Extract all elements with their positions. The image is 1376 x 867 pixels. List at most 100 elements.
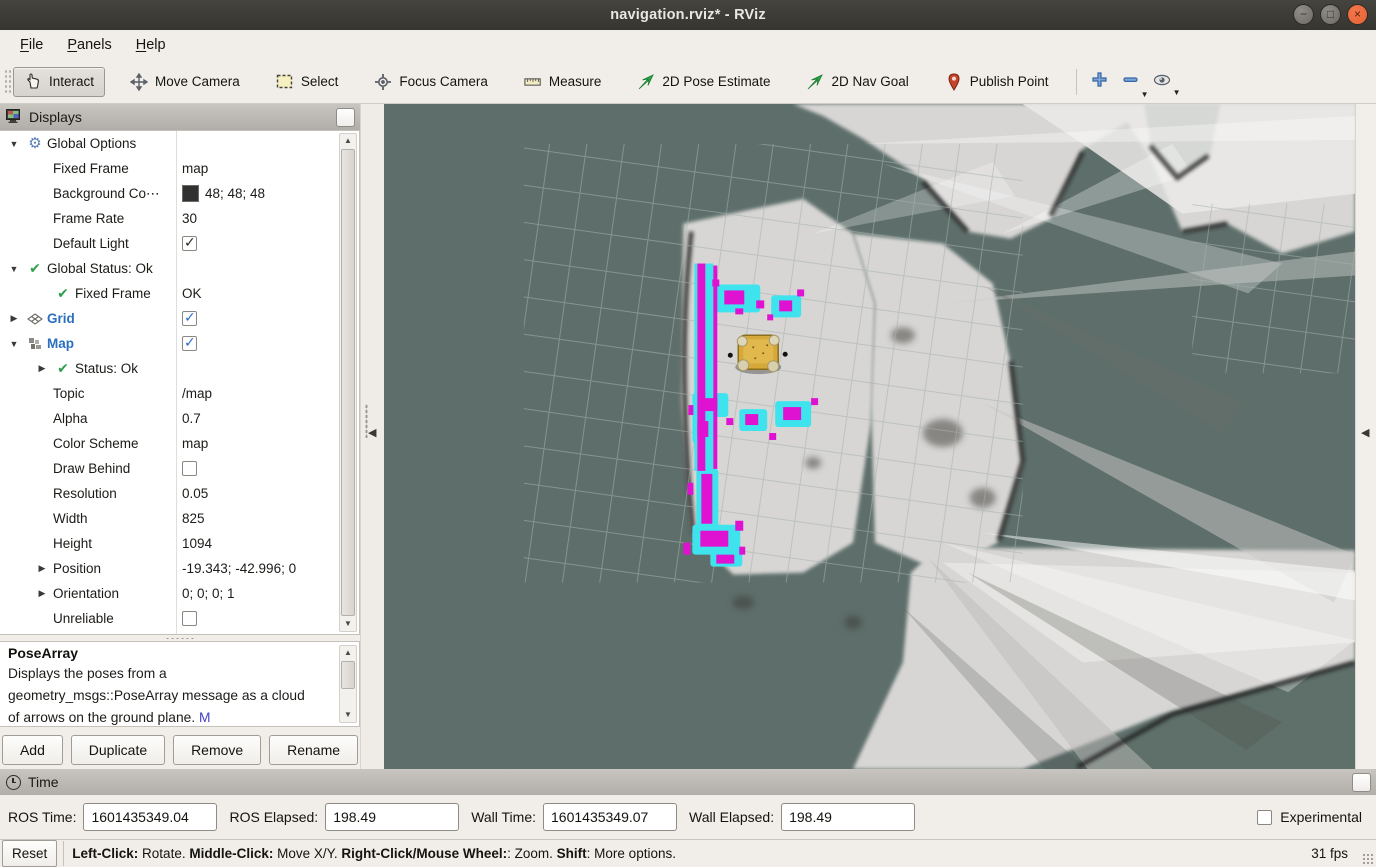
time-field-input[interactable]: [543, 803, 677, 831]
tool-2d-nav-goal[interactable]: 2D Nav Goal: [795, 67, 919, 97]
scrollbar-thumb[interactable]: [341, 149, 355, 616]
expander-down-icon[interactable]: ▼: [4, 139, 24, 149]
property-value[interactable]: 0; 0; 0; 1: [182, 581, 235, 606]
expander-right-icon[interactable]: ▶: [32, 363, 52, 374]
render-viewport-3d[interactable]: [384, 104, 1355, 769]
property-value[interactable]: 30: [182, 206, 197, 231]
time-float-button[interactable]: [1352, 773, 1371, 792]
dropdown-arrow-icon[interactable]: ▼: [1141, 90, 1149, 99]
menu-item-help[interactable]: Help: [126, 33, 176, 57]
tree-row-resolution[interactable]: Resolution0.05: [0, 481, 359, 506]
tree-row-global-options[interactable]: ▼⚙Global Options: [0, 131, 359, 156]
value-checkbox[interactable]: ✓: [182, 236, 197, 251]
expander-right-icon[interactable]: ▶: [32, 563, 52, 574]
remove-button[interactable]: Remove: [173, 735, 261, 765]
tool-focus-camera[interactable]: Focus Camera: [363, 67, 499, 97]
tree-row-draw-behind[interactable]: Draw Behind: [0, 456, 359, 481]
time-field-input[interactable]: [781, 803, 915, 831]
property-value[interactable]: 825: [182, 506, 205, 531]
displays-tree[interactable]: ▼⚙Global OptionsFixed FramemapBackground…: [0, 130, 360, 635]
resize-grip[interactable]: [1362, 853, 1374, 865]
property-value[interactable]: 48; 48; 48: [182, 181, 265, 206]
expander-down-icon[interactable]: ▼: [4, 264, 24, 274]
tree-row-default-light[interactable]: Default Light✓: [0, 231, 359, 256]
scroll-down-arrow-icon[interactable]: ▼: [340, 617, 356, 631]
scrollbar-thumb[interactable]: [341, 661, 355, 689]
property-value[interactable]: 0.7: [182, 406, 201, 431]
experimental-checkbox[interactable]: [1257, 810, 1272, 825]
property-value[interactable]: map: [182, 431, 208, 456]
value-checkbox[interactable]: ✓: [182, 336, 197, 351]
tool-interact[interactable]: Interact: [13, 67, 105, 97]
tree-row-unreliable[interactable]: Unreliable: [0, 606, 359, 631]
tree-row-position[interactable]: ▶Position-19.343; -42.996; 0: [0, 556, 359, 581]
tool-2d-pose-estimate[interactable]: 2D Pose Estimate: [626, 67, 781, 97]
tree-row-orientation[interactable]: ▶Orientation0; 0; 0; 1: [0, 581, 359, 606]
property-value[interactable]: -19.343; -42.996; 0: [182, 556, 296, 581]
displays-float-button[interactable]: [336, 108, 355, 127]
tree-row-status-ok[interactable]: ▶✔Status: Ok: [0, 356, 359, 381]
tree-row-height[interactable]: Height1094: [0, 531, 359, 556]
collapse-left-arrow-icon[interactable]: ◀: [1361, 426, 1369, 439]
time-field-input[interactable]: [83, 803, 217, 831]
property-value[interactable]: 1094: [182, 531, 212, 556]
maximize-button[interactable]: □: [1320, 4, 1341, 25]
description-scrollbar[interactable]: ▲ ▼: [339, 645, 357, 723]
dropdown-arrow-icon[interactable]: ▼: [1173, 88, 1181, 97]
property-value[interactable]: OK: [182, 281, 202, 306]
tree-row-background-co[interactable]: Background Co⋯48; 48; 48: [0, 181, 359, 206]
collapse-left-arrow-icon[interactable]: ◀: [368, 426, 376, 439]
menu-item-file[interactable]: File: [10, 33, 53, 57]
views-panel-handle[interactable]: ◀: [1355, 104, 1376, 769]
tree-row-grid[interactable]: ▶Grid✓: [0, 306, 359, 331]
property-value[interactable]: map: [182, 156, 208, 181]
displays-panel-header[interactable]: Displays: [0, 104, 360, 130]
toolbar-drag-handle[interactable]: [4, 69, 11, 95]
tool-remove-view[interactable]: ▼: [1120, 69, 1141, 95]
panel-splitter[interactable]: ◀: [360, 104, 384, 769]
tree-row-color-scheme[interactable]: Color Schememap: [0, 431, 359, 456]
scroll-up-arrow-icon[interactable]: ▲: [340, 134, 356, 148]
expander-right-icon[interactable]: ▶: [4, 313, 24, 324]
titlebar[interactable]: navigation.rviz* - RViz −□×: [0, 0, 1376, 30]
rename-button[interactable]: Rename: [269, 735, 358, 765]
tool-add-view[interactable]: [1089, 69, 1110, 95]
displays-tree-scrollbar[interactable]: ▲ ▼: [339, 133, 357, 632]
value-checkbox[interactable]: ✓: [182, 311, 197, 326]
expander-down-icon[interactable]: ▼: [4, 339, 24, 349]
tree-row-width[interactable]: Width825: [0, 506, 359, 531]
property-value[interactable]: [182, 456, 197, 481]
property-value[interactable]: ✓: [182, 306, 197, 331]
tree-row-topic[interactable]: Topic/map: [0, 381, 359, 406]
tool-select[interactable]: Select: [265, 67, 350, 97]
expander-right-icon[interactable]: ▶: [32, 588, 52, 599]
tree-row-fixed-frame[interactable]: Fixed Framemap: [0, 156, 359, 181]
property-value[interactable]: [182, 606, 197, 631]
more-information-link[interactable]: M: [199, 710, 211, 725]
value-checkbox[interactable]: [182, 461, 197, 476]
experimental-option[interactable]: Experimental: [1257, 809, 1362, 825]
tool-measure[interactable]: Measure: [513, 67, 613, 97]
menu-item-panels[interactable]: Panels: [57, 33, 121, 57]
property-value[interactable]: /map: [182, 381, 212, 406]
scroll-up-arrow-icon[interactable]: ▲: [340, 646, 356, 660]
time-field-input[interactable]: [325, 803, 459, 831]
property-value[interactable]: 0.05: [182, 481, 208, 506]
duplicate-button[interactable]: Duplicate: [71, 735, 165, 765]
time-panel-header[interactable]: Time: [0, 769, 1376, 795]
close-button[interactable]: ×: [1347, 4, 1368, 25]
tree-row-alpha[interactable]: Alpha0.7: [0, 406, 359, 431]
tree-row-fixed-frame[interactable]: ✔Fixed FrameOK: [0, 281, 359, 306]
minimize-button[interactable]: −: [1293, 4, 1314, 25]
add-button[interactable]: Add: [2, 735, 63, 765]
tree-row-frame-rate[interactable]: Frame Rate30: [0, 206, 359, 231]
tool-move-camera[interactable]: Move Camera: [119, 67, 251, 97]
value-checkbox[interactable]: [182, 611, 197, 626]
tool-interact-mode[interactable]: ▼: [1151, 71, 1173, 93]
tool-publish-point[interactable]: Publish Point: [934, 67, 1060, 97]
property-value[interactable]: ✓: [182, 331, 197, 356]
tree-row-map[interactable]: ▼Map✓: [0, 331, 359, 356]
scroll-down-arrow-icon[interactable]: ▼: [340, 708, 356, 722]
tree-row-global-status-ok[interactable]: ▼✔Global Status: Ok: [0, 256, 359, 281]
property-value[interactable]: ✓: [182, 231, 197, 256]
